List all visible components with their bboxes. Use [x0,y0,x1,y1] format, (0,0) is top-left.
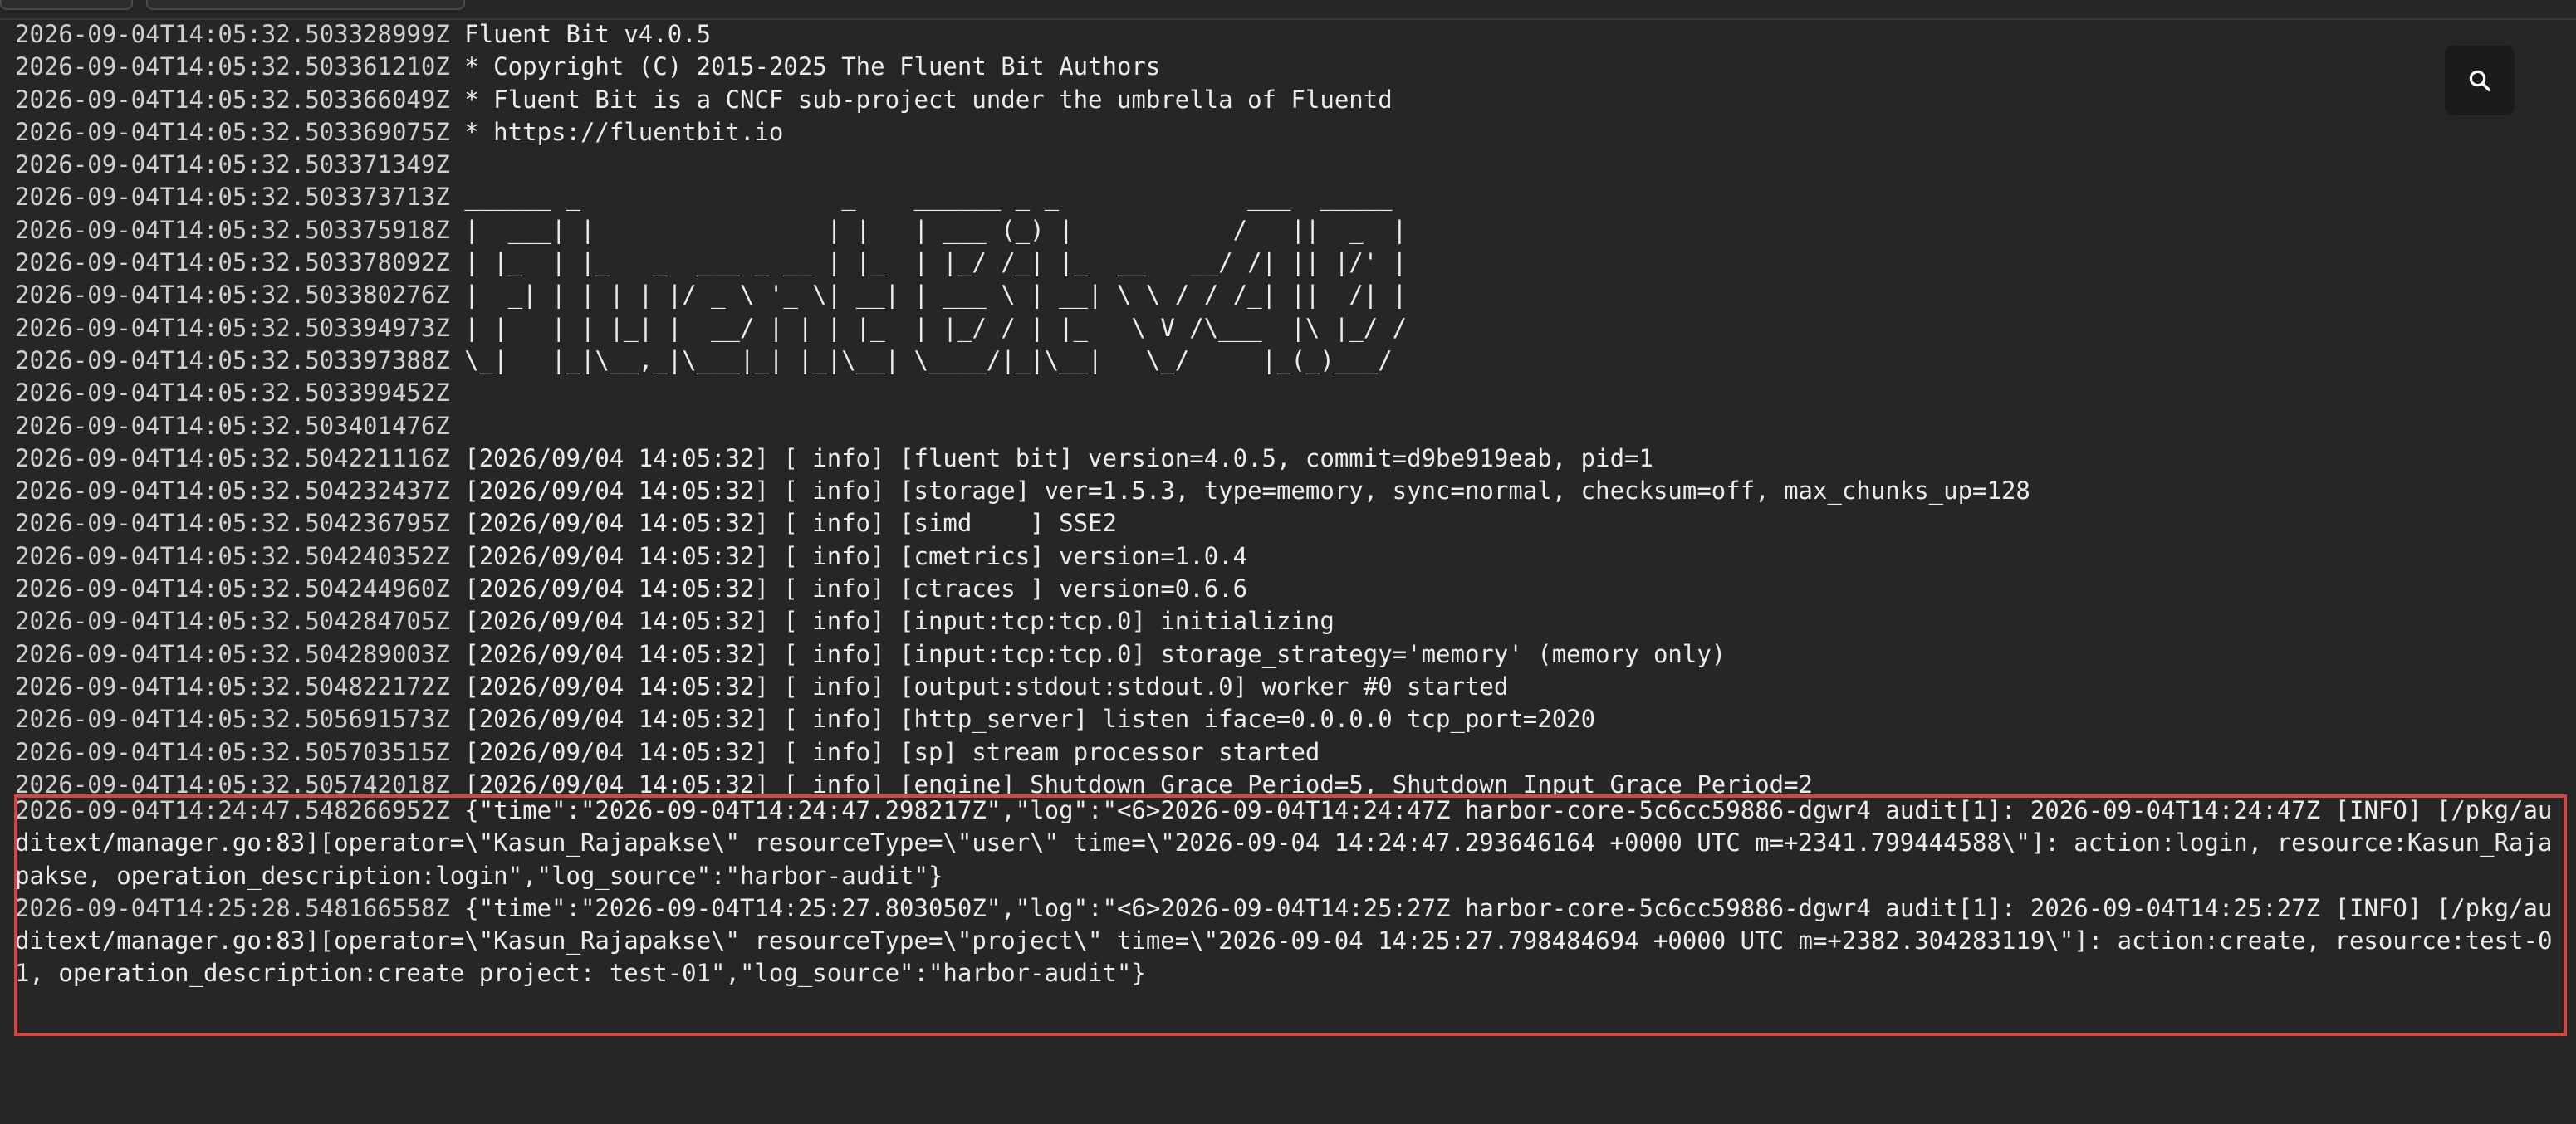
top-toolbar-strip [0,0,2576,20]
log-line: 2026-09-04T14:05:32.503394973Z | | | | |… [15,312,2564,345]
search-button[interactable] [2445,46,2515,115]
log-message: [2026/09/04 14:05:32] [ info] [input:tcp… [464,639,1726,668]
log-timestamp: 2026-09-04T14:05:32.503380276Z [15,281,450,310]
log-line: 2026-09-04T14:05:32.504232437Z [2026/09/… [15,475,2564,507]
log-message: [2026/09/04 14:05:32] [ info] [output:st… [464,672,1509,701]
log-line: 2026-09-04T14:05:32.503366049Z * Fluent … [15,84,2564,116]
log-timestamp: 2026-09-04T14:25:28.548166558Z [15,893,450,922]
highlighted-log-entry: 2026-09-04T14:25:28.548166558Z {"time":"… [15,892,2564,990]
log-message: \_| |_|\__,_|\___|_| |_|\__| \____/|_|\_… [464,345,1393,374]
log-message: [2026/09/04 14:05:32] [ info] [sp] strea… [464,737,1320,766]
log-timestamp: 2026-09-04T14:05:32.503401476Z [15,411,450,440]
log-timestamp: 2026-09-04T14:05:32.504240352Z [15,541,450,570]
log-line: 2026-09-04T14:05:32.504284705Z [2026/09/… [15,605,2564,638]
log-message: [2026/09/04 14:05:32] [ info] [cmetrics]… [464,541,1248,570]
log-timestamp: 2026-09-04T14:05:32.503373713Z [15,183,450,212]
log-timestamp: 2026-09-04T14:05:32.505742018Z [15,770,450,794]
log-timestamp: 2026-09-04T14:05:32.503399452Z [15,379,450,408]
log-line: 2026-09-04T14:05:32.503397388Z \_| |_|\_… [15,345,2564,377]
log-message: * Copyright (C) 2015-2025 The Fluent Bit… [464,52,1161,81]
log-line: 2026-09-04T14:05:32.503369075Z * https:/… [15,116,2564,149]
log-message: | _| | | | | |/ _ \ '_ \| __| | ___ \ | … [464,281,1408,310]
log-timestamp: 2026-09-04T14:05:32.503361210Z [15,52,450,81]
highlighted-log-entry: 2026-09-04T14:24:47.548266952Z {"time":"… [15,794,2564,892]
log-timestamp: 2026-09-04T14:05:32.505691573Z [15,705,450,734]
log-line: 2026-09-04T14:05:32.505691573Z [2026/09/… [15,703,2564,735]
log-message: ______ _ _ ______ _ _ ___ _____ [464,183,1393,212]
log-timestamp: 2026-09-04T14:05:32.503378092Z [15,248,450,277]
log-message: [2026/09/04 14:05:32] [ info] [http_serv… [464,705,1596,734]
log-line: 2026-09-04T14:05:32.503401476Z [15,410,2564,442]
log-message: Fluent Bit v4.0.5 [464,20,712,48]
log-message: | | | | |_| | __/ | | | |_ | |_/ / | |_ … [464,313,1408,342]
log-line: 2026-09-04T14:05:32.504822172Z [2026/09/… [15,671,2564,703]
log-line: 2026-09-04T14:05:32.503361210Z * Copyrig… [15,51,2564,83]
search-icon [2469,70,2490,91]
log-message: [2026/09/04 14:05:32] [ info] [storage] … [464,476,2030,506]
log-timestamp: 2026-09-04T14:05:32.505703515Z [15,737,450,766]
log-message: [2026/09/04 14:05:32] [ info] [simd ] SS… [464,509,1117,538]
log-timestamp: 2026-09-04T14:05:32.503375918Z [15,215,450,244]
log-line: 2026-09-04T14:05:32.503375918Z | ___| | … [15,214,2564,247]
log-message: * https://fluentbit.io [464,117,784,146]
log-timestamp: 2026-09-04T14:05:32.503328999Z [15,20,450,48]
log-line: 2026-09-04T14:05:32.503328999Z Fluent Bi… [15,18,2564,51]
log-timestamp: 2026-09-04T14:05:32.503397388Z [15,345,450,374]
log-message: [2026/09/04 14:05:32] [ info] [ctraces ]… [464,574,1248,604]
log-timestamp: 2026-09-04T14:05:32.504244960Z [15,574,450,604]
toolbar-tab-2[interactable] [146,0,465,10]
highlighted-log-entries: 2026-09-04T14:24:47.548266952Z {"time":"… [15,794,2564,990]
log-line: 2026-09-04T14:05:32.503371349Z [15,149,2564,181]
log-timestamp: 2026-09-04T14:05:32.503369075Z [15,117,450,146]
log-timestamp: 2026-09-04T14:05:32.504822172Z [15,672,450,701]
log-line: 2026-09-04T14:05:32.503378092Z | |_ | |_… [15,247,2564,279]
log-line: 2026-09-04T14:05:32.503399452Z [15,377,2564,409]
log-line: 2026-09-04T14:05:32.504236795Z [2026/09/… [15,507,2564,540]
log-line: 2026-09-04T14:05:32.504240352Z [2026/09/… [15,540,2564,573]
log-message: | |_ | |_ _ ___ _ __ | |_ | |_/ /_| |_ _… [464,248,1408,277]
log-lines: 2026-09-04T14:05:32.503328999Z Fluent Bi… [15,18,2564,794]
log-message: [2026/09/04 14:05:32] [ info] [input:tcp… [464,607,1335,636]
log-timestamp: 2026-09-04T14:05:32.504232437Z [15,476,450,506]
log-timestamp: 2026-09-04T14:05:32.503371349Z [15,150,450,179]
log-timestamp: 2026-09-04T14:05:32.504289003Z [15,639,450,668]
log-line: 2026-09-04T14:05:32.505703515Z [2026/09/… [15,736,2564,769]
log-message: [2026/09/04 14:05:32] [ info] [fluent bi… [464,443,1653,472]
log-message: | ___| | | | | ___ (_) | / || _ | [464,215,1408,244]
log-message: * Fluent Bit is a CNCF sub-project under… [464,85,1393,114]
log-timestamp: 2026-09-04T14:05:32.504221116Z [15,443,450,472]
log-line: 2026-09-04T14:05:32.504289003Z [2026/09/… [15,638,2564,671]
log-timestamp: 2026-09-04T14:05:32.504236795Z [15,509,450,538]
log-timestamp: 2026-09-04T14:05:32.503394973Z [15,313,450,342]
log-line: 2026-09-04T14:05:32.505742018Z [2026/09/… [15,769,2564,794]
log-message: [2026/09/04 14:05:32] [ info] [engine] S… [464,770,1813,794]
log-timestamp: 2026-09-04T14:05:32.504284705Z [15,607,450,636]
log-line: 2026-09-04T14:05:32.503380276Z | _| | | … [15,279,2564,311]
log-timestamp: 2026-09-04T14:24:47.548266952Z [15,796,450,824]
toolbar-tab-1[interactable] [0,0,133,10]
log-line: 2026-09-04T14:05:32.503373713Z ______ _ … [15,181,2564,213]
log-timestamp: 2026-09-04T14:05:32.503366049Z [15,85,450,114]
log-line: 2026-09-04T14:05:32.504221116Z [2026/09/… [15,442,2564,475]
log-line: 2026-09-04T14:05:32.504244960Z [2026/09/… [15,573,2564,605]
